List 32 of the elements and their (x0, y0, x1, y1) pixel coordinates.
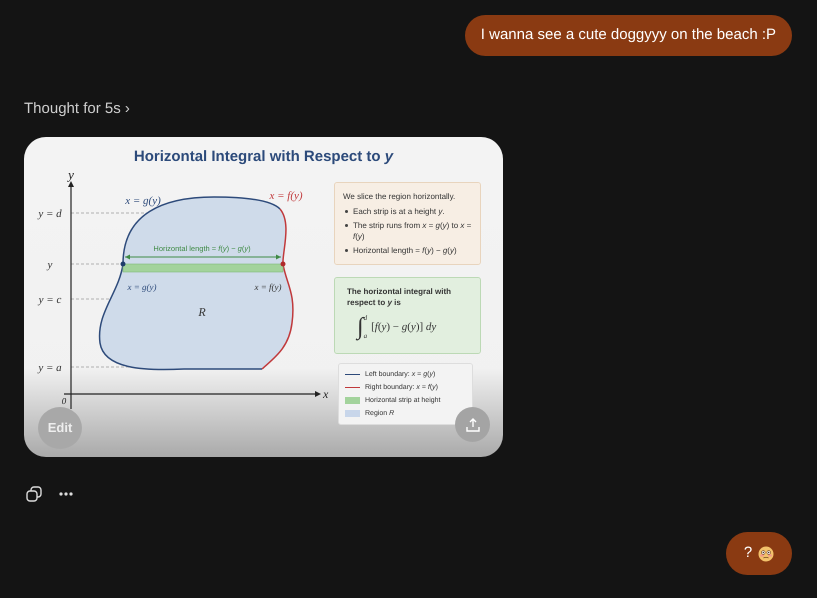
bullet-text: The strip runs from x = g(y) to x = f(y) (353, 220, 472, 242)
copy-icon[interactable] (26, 486, 42, 502)
more-icon[interactable] (59, 492, 73, 496)
axis-label: x (323, 387, 328, 401)
bullet-icon (345, 210, 348, 213)
image-title: Horizontal Integral with Respect to y (134, 148, 394, 165)
region-label: R (198, 305, 206, 319)
integral-caption: The horizontal integral with respect to y is (347, 286, 452, 308)
reply-message: ? (726, 532, 792, 575)
origin-label: 0 (62, 396, 66, 406)
level-label: y (48, 259, 52, 271)
flushed-face-icon (758, 546, 774, 562)
bullet-text: Horizontal length = f(y) − g(y) (353, 245, 457, 256)
level-label: y = c (38, 294, 62, 306)
integrand: [f(y) − g(y)] dy (371, 322, 436, 332)
integral-sign: ∫ (357, 315, 364, 339)
curve-label: x = g(y) (125, 195, 161, 207)
explanation-text: We slice the region horizontally. (343, 191, 456, 202)
bullet-text: Each strip is at a height y. (353, 206, 445, 217)
curve-label: x = f(y) (254, 282, 282, 292)
bullet-icon (345, 249, 348, 252)
level-label: y = d (38, 208, 62, 220)
strip-endpoint-dot (120, 262, 126, 266)
thought-toggle[interactable]: Thought for 5s › (24, 100, 792, 118)
curve-label: x = g(y) (127, 282, 157, 292)
bullet-icon (345, 224, 348, 227)
strip-endpoint-dot (280, 262, 286, 266)
user-message: I wanna see a cute doggyyy on the beach :P (464, 15, 792, 56)
share-icon (464, 416, 480, 432)
level-label: y = a (38, 362, 62, 374)
axis-label: y (68, 173, 74, 182)
curve-label: x = f(y) (269, 190, 303, 202)
